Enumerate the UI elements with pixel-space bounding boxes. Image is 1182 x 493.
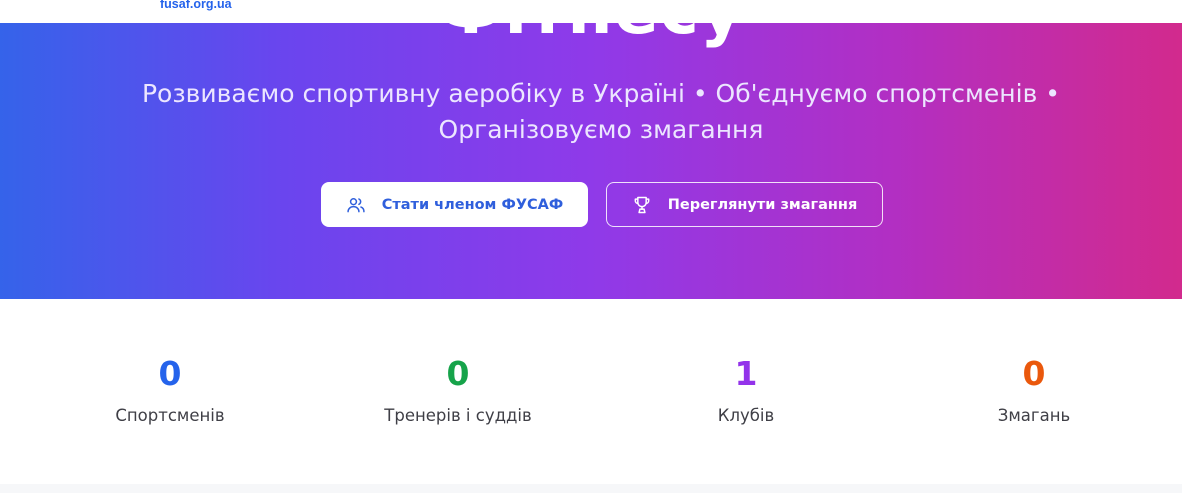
view-competitions-button[interactable]: Переглянути змагання xyxy=(606,182,883,227)
users-icon xyxy=(346,195,366,215)
stat-clubs-value: 1 xyxy=(734,354,758,393)
hero-subtitle: Розвиваємо спортивну аеробіку в Україні … xyxy=(141,79,1061,144)
stat-athletes-value: 0 xyxy=(158,354,182,393)
become-member-button[interactable]: Стати членом ФУСАФ xyxy=(321,182,588,227)
stat-competitions-value: 0 xyxy=(1022,354,1046,393)
site-url-link[interactable]: fusaf.org.ua xyxy=(160,0,232,11)
stat-athletes-label: Спортсменів xyxy=(115,406,225,425)
stat-competitions-label: Змагань xyxy=(997,406,1071,425)
next-section-edge xyxy=(0,484,1182,493)
view-competitions-label: Переглянути змагання xyxy=(667,196,858,213)
hero-section: Фітнесу Розвиваємо спортивну аеробіку в … xyxy=(0,0,1182,299)
stat-clubs-label: Клубів xyxy=(717,406,775,425)
trophy-icon xyxy=(632,195,652,215)
stats-section: 0 Спортсменів 0 Тренерів і суддів 1 Клуб… xyxy=(0,299,1182,484)
top-header-bar: fusaf.org.ua xyxy=(0,0,1182,23)
stat-coaches-judges-label: Тренерів і суддів xyxy=(384,406,532,425)
become-member-label: Стати членом ФУСАФ xyxy=(381,196,564,213)
stat-coaches-judges-value: 0 xyxy=(446,354,470,393)
